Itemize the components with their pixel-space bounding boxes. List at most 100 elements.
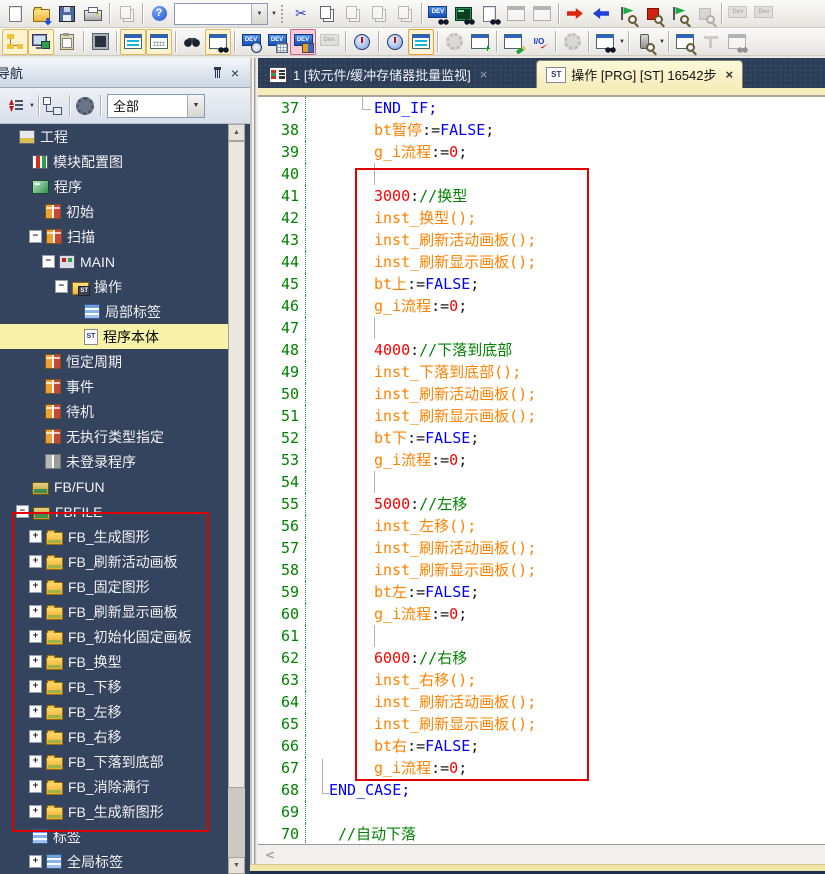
expand-icon[interactable]: +	[29, 605, 42, 618]
code-line[interactable]: 67g_i流程:=0;	[258, 757, 825, 779]
filter-combo[interactable]: 全部 ▼	[107, 94, 205, 118]
verify-tool-button[interactable]	[632, 29, 658, 55]
code-line[interactable]: 65inst_刷新显示画板();	[258, 713, 825, 735]
tree-item[interactable]: +FB_下移	[0, 674, 228, 699]
code-line[interactable]: 44inst_刷新显示画板();	[258, 251, 825, 273]
collapse-icon[interactable]: −	[29, 230, 42, 243]
collapse-icon[interactable]: −	[55, 280, 68, 293]
device-monitor-off-button[interactable]	[316, 29, 342, 55]
expand-icon[interactable]: +	[29, 730, 42, 743]
toolbar-grip-icon[interactable]	[280, 4, 285, 24]
code-line[interactable]: 413000://换型	[258, 185, 825, 207]
code-line[interactable]: 49inst_下落到底部();	[258, 361, 825, 383]
collapse-icon[interactable]: −	[42, 255, 55, 268]
code-line[interactable]: 59bt左:=FALSE;	[258, 581, 825, 603]
code-line[interactable]: 484000://下落到底部	[258, 339, 825, 361]
st-code-editor[interactable]: 37END_IF;38bt暂停:=FALSE;39g_i流程:=0;404130…	[258, 97, 825, 845]
close-icon[interactable]: ×	[726, 68, 734, 81]
monitor-option-1-button[interactable]	[503, 1, 529, 27]
tree-item[interactable]: +FB_刷新显示画板	[0, 599, 228, 624]
scrollbar-thumb[interactable]	[228, 141, 245, 788]
code-line[interactable]: 57inst_刷新活动画板();	[258, 537, 825, 559]
tree-item[interactable]: +FB_初始化固定画板	[0, 624, 228, 649]
horizontal-scrollbar[interactable]: <	[258, 844, 825, 865]
watch-window-2-button[interactable]	[382, 29, 408, 55]
tree-item[interactable]: +FB_右移	[0, 724, 228, 749]
help-button[interactable]	[146, 1, 172, 27]
add-label-button[interactable]	[467, 29, 493, 55]
expand-icon[interactable]: +	[29, 755, 42, 768]
tree-item[interactable]: FB/FUN	[0, 474, 228, 499]
zoom-window-button[interactable]	[672, 29, 698, 55]
online-verify-green-2-button[interactable]	[666, 1, 692, 27]
tree-item[interactable]: 事件	[0, 374, 228, 399]
close-panel-button[interactable]: ×	[226, 64, 244, 82]
tree-item[interactable]: −操作	[0, 274, 228, 299]
sort-order-button[interactable]	[4, 94, 28, 118]
tree-item[interactable]: +FB_消除满行	[0, 774, 228, 799]
quick-find-combo[interactable]: ▼	[174, 3, 268, 25]
code-line[interactable]: 555000://左移	[258, 493, 825, 515]
tree-item[interactable]: 未登录程序	[0, 449, 228, 474]
scroll-up-icon[interactable]: ▲	[228, 124, 245, 141]
code-line[interactable]: 50inst_刷新活动画板();	[258, 383, 825, 405]
code-line[interactable]: 56inst_左移();	[258, 515, 825, 537]
expand-icon[interactable]: +	[29, 780, 42, 793]
online-verify-gray-button[interactable]	[692, 1, 718, 27]
monitor-display-button[interactable]	[592, 29, 618, 55]
module-configuration-button[interactable]	[54, 29, 80, 55]
tree-item[interactable]: −FBFILE	[0, 499, 228, 524]
tree-item-selected[interactable]: 程序本体	[0, 324, 228, 349]
paste-button[interactable]	[340, 1, 366, 27]
code-line[interactable]: 70//自动下落	[258, 823, 825, 845]
monitor-option-2-button[interactable]	[529, 1, 555, 27]
expand-icon[interactable]: +	[29, 630, 42, 643]
toolbar-overflow-icon[interactable]: ▼	[271, 11, 277, 17]
code-line[interactable]: 45bt上:=FALSE;	[258, 273, 825, 295]
tree-scrollbar[interactable]: ▲ ▼	[228, 124, 245, 874]
tree-item[interactable]: 程序	[0, 174, 228, 199]
tree-item[interactable]: +FB_左移	[0, 699, 228, 724]
tree-item[interactable]: +FB_下落到底部	[0, 749, 228, 774]
code-line[interactable]: 47	[258, 317, 825, 339]
connection-destination-button[interactable]	[28, 29, 54, 55]
panel-splitter[interactable]	[250, 58, 258, 874]
device-tool-1-button[interactable]	[725, 1, 751, 27]
tree-item[interactable]: +FB_生成新图形	[0, 799, 228, 824]
tree-item[interactable]: 工程	[0, 124, 228, 149]
code-line[interactable]: 43inst_刷新活动画板();	[258, 229, 825, 251]
tree-item[interactable]: −MAIN	[0, 249, 228, 274]
online-verify-green-button[interactable]	[614, 1, 640, 27]
print-button[interactable]	[80, 1, 106, 27]
tree-item[interactable]: 无执行类型指定	[0, 424, 228, 449]
io-check-button[interactable]	[526, 29, 552, 55]
expand-icon[interactable]: +	[29, 855, 42, 868]
online-verify-red-button[interactable]	[640, 1, 666, 27]
code-line[interactable]: 60g_i流程:=0;	[258, 603, 825, 625]
save-project-button[interactable]	[54, 1, 80, 27]
navigation-window-button[interactable]	[2, 29, 28, 55]
expand-icon[interactable]: +	[29, 680, 42, 693]
redo-button[interactable]	[392, 1, 418, 27]
code-line[interactable]: 64inst_刷新活动画板();	[258, 691, 825, 713]
device-monitor-start-button[interactable]	[425, 1, 451, 27]
tree-item[interactable]: +全局标签	[0, 849, 228, 874]
scroll-left-icon[interactable]: <	[261, 847, 279, 863]
scroll-down-icon[interactable]: ▼	[228, 857, 245, 874]
code-line[interactable]: 46g_i流程:=0;	[258, 295, 825, 317]
device-batch-monitor-button[interactable]	[238, 29, 264, 55]
tab-device-buffer-monitor[interactable]: 1 [软元件/缓冲存储器批量监视] ×	[260, 61, 496, 88]
copy-button[interactable]	[314, 1, 340, 27]
device-tool-2-button[interactable]	[751, 1, 777, 27]
code-line[interactable]: 42inst_换型();	[258, 207, 825, 229]
cut-button[interactable]	[288, 1, 314, 27]
expand-icon[interactable]: +	[29, 805, 42, 818]
device-register-monitor-button[interactable]	[264, 29, 290, 55]
tree-item[interactable]: +FB_刷新活动画板	[0, 549, 228, 574]
find-replace-button[interactable]	[179, 29, 205, 55]
monitor-mode-button[interactable]	[451, 1, 477, 27]
edit-comment-button[interactable]	[500, 29, 526, 55]
code-line[interactable]: 40	[258, 163, 825, 185]
expand-icon[interactable]: +	[29, 580, 42, 593]
paste-special-button[interactable]	[113, 1, 139, 27]
